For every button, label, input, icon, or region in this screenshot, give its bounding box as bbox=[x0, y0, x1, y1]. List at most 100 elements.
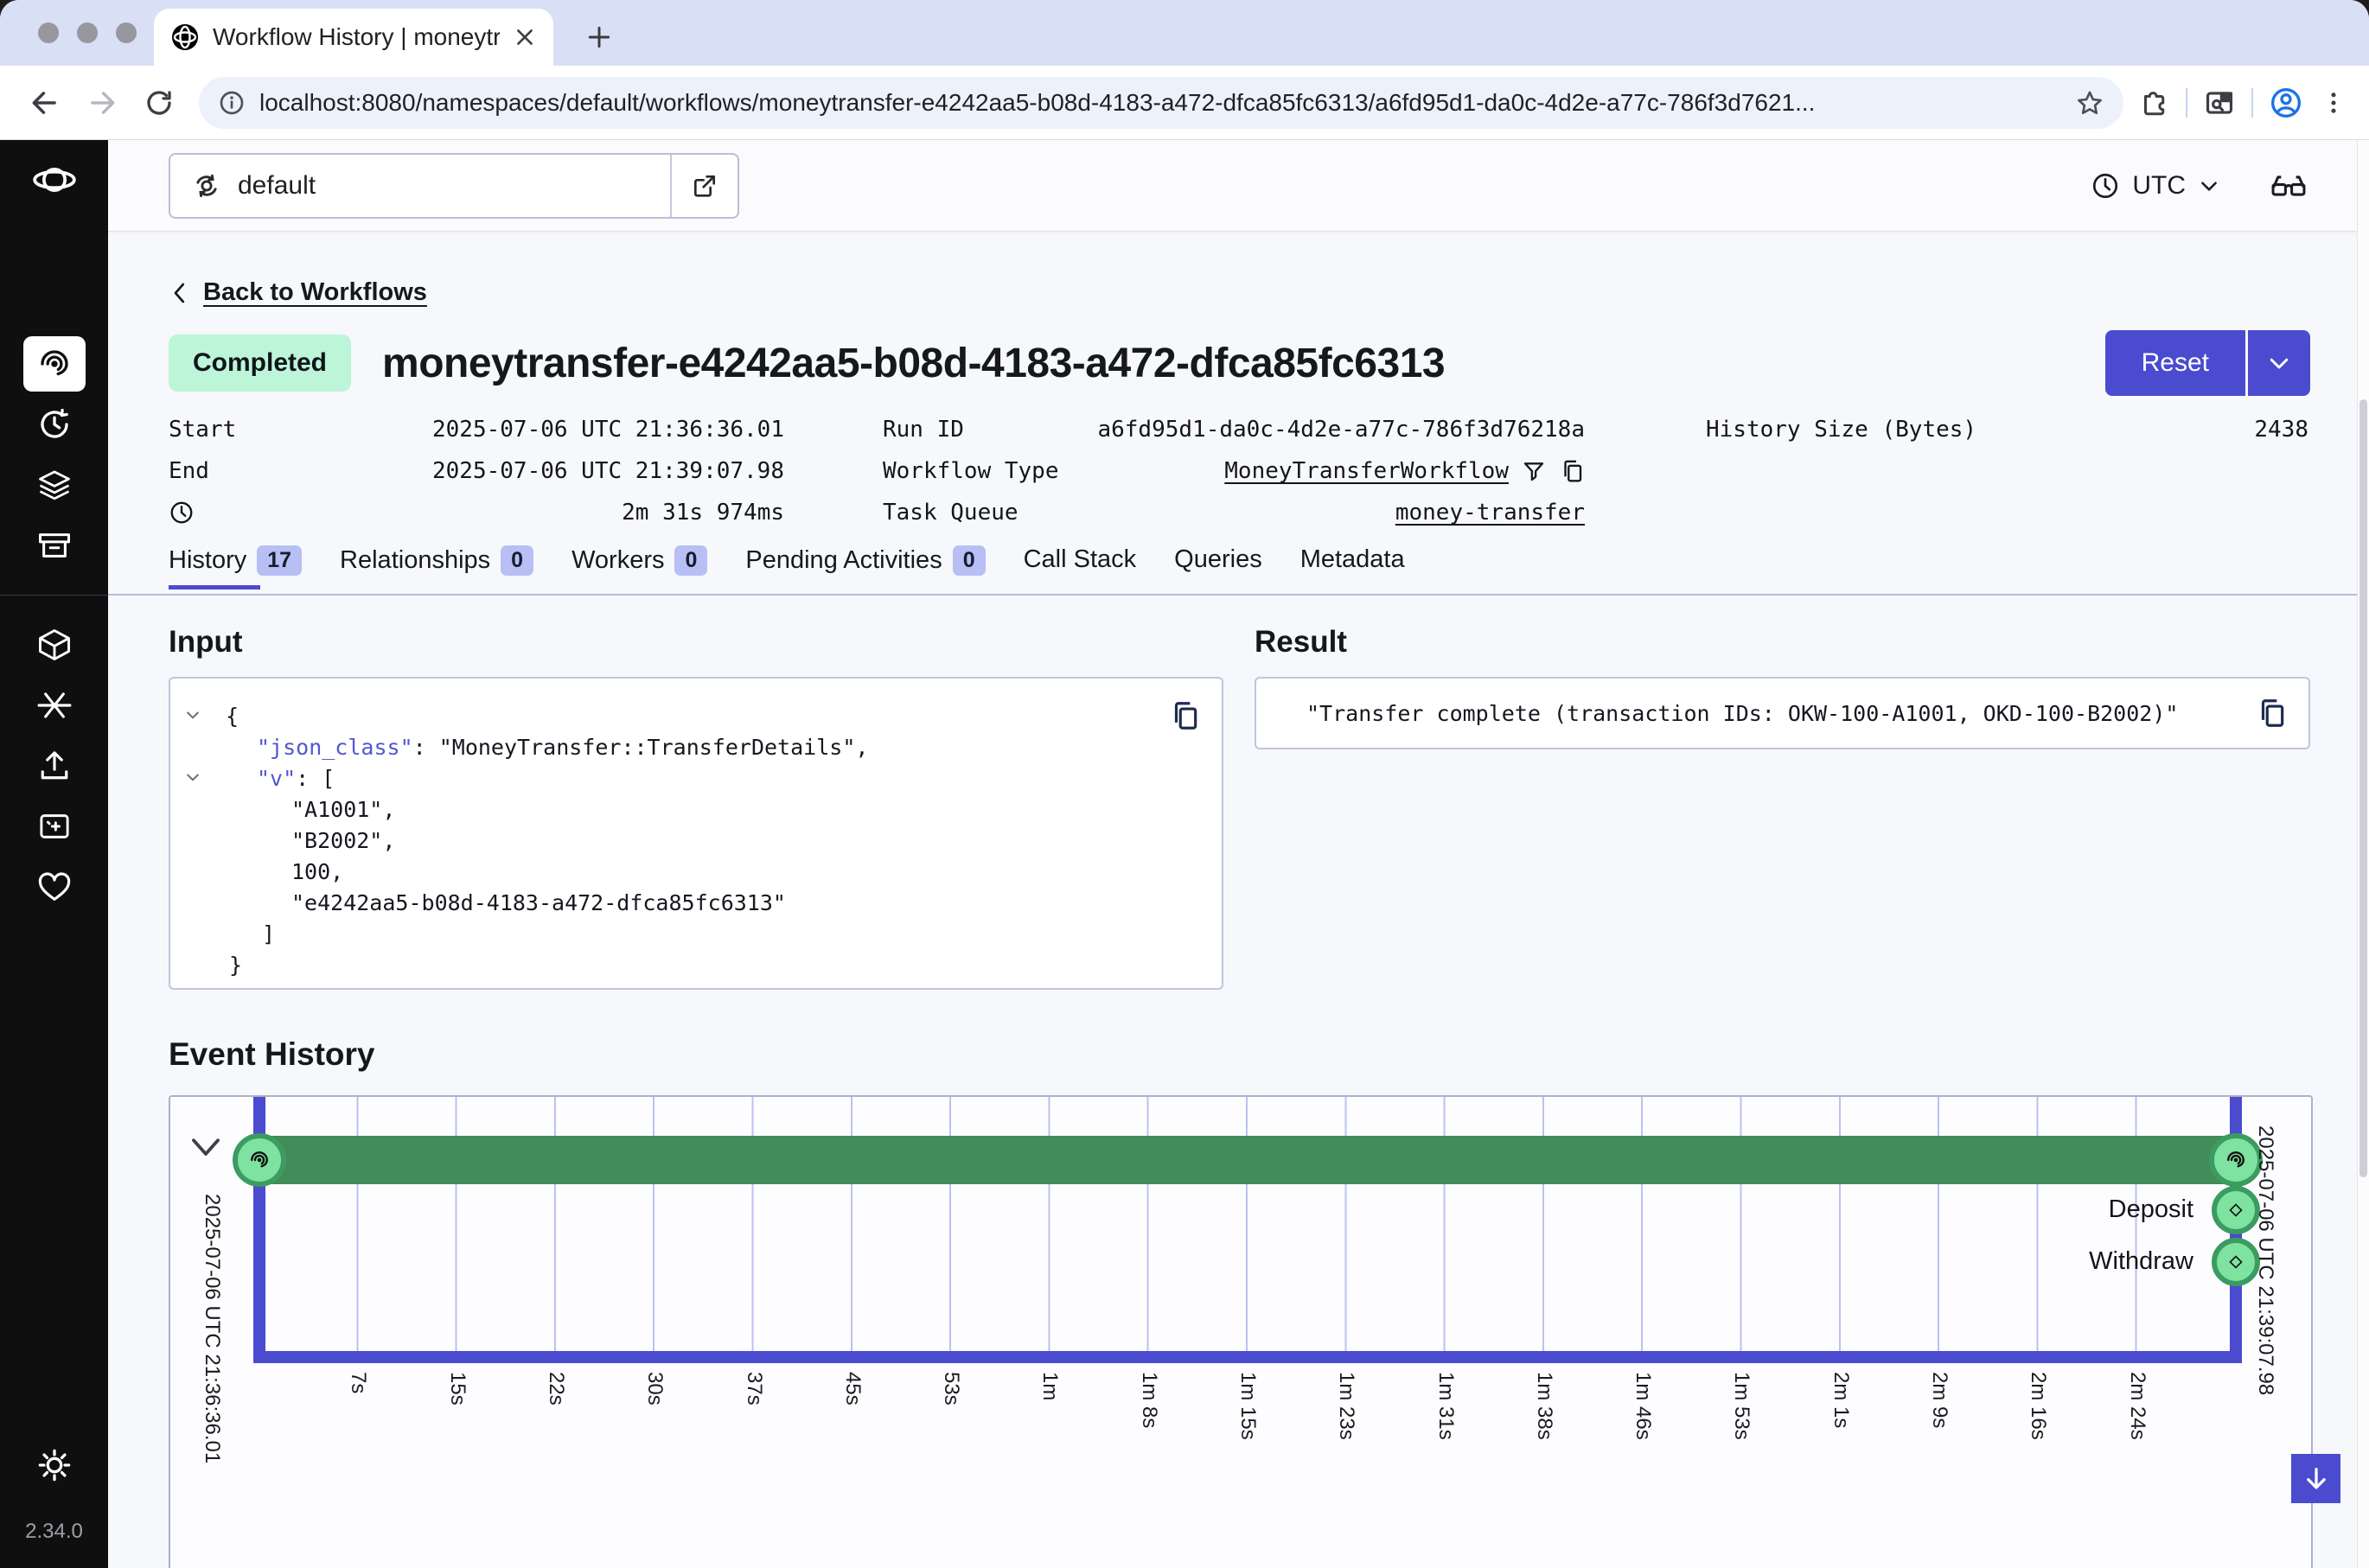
profile-icon[interactable] bbox=[2269, 86, 2303, 120]
axis-tick: 37s bbox=[742, 1372, 766, 1405]
tab-queries[interactable]: Queries bbox=[1174, 545, 1262, 586]
extensions-icon[interactable] bbox=[2139, 87, 2170, 118]
namespace-selector[interactable]: default bbox=[169, 153, 739, 219]
page-scrollbar[interactable] bbox=[2357, 140, 2369, 1568]
workflow-execution-span[interactable] bbox=[259, 1136, 2236, 1184]
back-icon[interactable] bbox=[21, 79, 69, 127]
sidebar-item-docs[interactable] bbox=[23, 796, 86, 857]
workflow-type-label: Workflow Type bbox=[883, 458, 1059, 484]
code-line: "A1001", bbox=[220, 794, 1170, 825]
tab-label: Queries bbox=[1174, 545, 1262, 574]
new-tab-button[interactable] bbox=[578, 16, 621, 59]
workflow-details: Start 2025-07-06 UTC 21:36:36.01 End 202… bbox=[169, 409, 2310, 539]
tab-label: Workers bbox=[571, 546, 664, 575]
app-topbar: default UTC bbox=[108, 140, 2369, 232]
axis-tick: 45s bbox=[840, 1372, 865, 1405]
window-minimize-button[interactable] bbox=[77, 22, 98, 43]
json-key: "json_class" bbox=[257, 735, 413, 760]
reset-menu-caret-button[interactable] bbox=[2248, 330, 2310, 396]
result-value: "Transfer complete (transaction IDs: OKW… bbox=[1306, 701, 2178, 726]
app-shell: 2.34.0 default bbox=[0, 140, 2369, 1568]
window-zoom-button[interactable] bbox=[116, 22, 137, 43]
site-info-icon[interactable] bbox=[218, 89, 246, 117]
tab-relationships[interactable]: Relationships 0 bbox=[340, 545, 533, 588]
filter-funnel-icon[interactable] bbox=[1521, 458, 1547, 484]
axis-tick: 15s bbox=[445, 1372, 469, 1405]
tab-title: Workflow History | moneytran bbox=[213, 23, 500, 51]
tab-call-stack[interactable]: Call Stack bbox=[1024, 545, 1137, 586]
browser-tab[interactable]: Workflow History | moneytran bbox=[154, 9, 553, 66]
labs-glasses-icon[interactable] bbox=[2269, 166, 2308, 206]
status-badge: Completed bbox=[169, 335, 351, 392]
event-history-heading: Event History bbox=[169, 1036, 2310, 1078]
timeline-start-timestamp: 2025-07-06 UTC 21:36:36.01 bbox=[200, 1194, 224, 1463]
task-queue-label: Task Queue bbox=[883, 500, 1018, 526]
end-value: 2025-07-06 UTC 21:39:07.98 bbox=[432, 458, 784, 484]
theme-toggle-sun-icon[interactable] bbox=[23, 1435, 86, 1495]
reset-button[interactable]: Reset bbox=[2105, 330, 2245, 396]
tab-count-badge: 17 bbox=[257, 545, 302, 576]
end-label: End bbox=[169, 458, 209, 484]
start-label: Start bbox=[169, 417, 236, 443]
run-id-label: Run ID bbox=[883, 417, 964, 443]
window-close-button[interactable] bbox=[38, 22, 59, 43]
detail-row-start: Start 2025-07-06 UTC 21:36:36.01 bbox=[169, 409, 784, 450]
temporal-logo-icon[interactable] bbox=[32, 163, 77, 197]
bookmark-star-icon[interactable] bbox=[2075, 88, 2104, 118]
timeline-axis bbox=[253, 1351, 2242, 1363]
sidebar-item-feedback-heart[interactable] bbox=[23, 857, 86, 917]
detail-row-workflow-type: Workflow Type MoneyTransferWorkflow bbox=[883, 450, 1585, 492]
sidebar-item-deployments[interactable] bbox=[23, 455, 86, 515]
axis-tick: 2m 9s bbox=[1927, 1372, 1951, 1428]
namespace-selector-main[interactable]: default bbox=[170, 170, 670, 201]
tab-history[interactable]: History 17 bbox=[169, 545, 302, 588]
detail-row-run-id: Run ID a6fd95d1-da0c-4d2e-a77c-786f3d762… bbox=[883, 409, 1585, 450]
back-to-workflows-link[interactable]: Back to Workflows bbox=[203, 278, 427, 307]
timezone-selector[interactable]: UTC bbox=[2091, 171, 2220, 201]
timeline-collapse-chevron-icon[interactable] bbox=[188, 1135, 224, 1161]
tab-pending-activities[interactable]: Pending Activities 0 bbox=[745, 545, 985, 588]
copy-icon[interactable] bbox=[1168, 699, 1201, 732]
browser-toolbar: localhost:8080/namespaces/default/workfl… bbox=[0, 66, 2369, 140]
copy-icon[interactable] bbox=[1559, 458, 1585, 484]
tab-workers[interactable]: Workers 0 bbox=[571, 545, 707, 588]
copy-icon[interactable] bbox=[2255, 697, 2288, 730]
scroll-to-bottom-button[interactable] bbox=[2291, 1454, 2340, 1503]
menu-kebab-icon[interactable] bbox=[2319, 88, 2348, 118]
workflow-page: Back to Workflows Completed moneytransfe… bbox=[108, 232, 2369, 1568]
run-id-value: a6fd95d1-da0c-4d2e-a77c-786f3d76218a bbox=[1097, 417, 1585, 443]
tab-label: History bbox=[169, 546, 246, 575]
page-title: moneytransfer-e4242aa5-b08d-4183-a472-df… bbox=[382, 340, 1445, 387]
namespace-external-link-button[interactable] bbox=[670, 155, 738, 217]
scrollbar-thumb[interactable] bbox=[2359, 399, 2367, 1177]
axis-tick: 1m bbox=[1038, 1372, 1062, 1400]
tab-metadata[interactable]: Metadata bbox=[1300, 545, 1405, 586]
window-controls[interactable] bbox=[38, 22, 137, 43]
detail-row-history-size: History Size (Bytes) 2438 bbox=[1706, 409, 2308, 450]
history-size-label: History Size (Bytes) bbox=[1706, 417, 1976, 443]
workflow-start-event-dot[interactable] bbox=[233, 1133, 286, 1187]
workflow-type-link[interactable]: MoneyTransferWorkflow bbox=[1224, 458, 1509, 484]
sidebar-item-import[interactable] bbox=[23, 736, 86, 796]
axis-tick: 1m 31s bbox=[1434, 1372, 1458, 1440]
sidebar-item-nexus[interactable] bbox=[23, 675, 86, 736]
main-area: default UTC bbox=[108, 140, 2369, 1568]
axis-tick: 22s bbox=[544, 1372, 568, 1405]
code-line: ] bbox=[220, 919, 1170, 950]
code-line: { bbox=[220, 701, 1170, 732]
task-queue-link[interactable]: money-transfer bbox=[1395, 500, 1585, 526]
code-line: "e4242aa5-b08d-4183-a472-dfca85fc6313" bbox=[220, 888, 1170, 919]
detail-row-duration: 2m 31s 974ms bbox=[169, 492, 784, 533]
side-panel-search-icon[interactable] bbox=[2203, 86, 2236, 119]
url-bar[interactable]: localhost:8080/namespaces/default/workfl… bbox=[199, 77, 2123, 129]
url-text[interactable]: localhost:8080/namespaces/default/workfl… bbox=[259, 89, 2061, 117]
collapse-chevron-icon[interactable] bbox=[184, 706, 201, 723]
reload-icon[interactable] bbox=[135, 79, 183, 127]
sidebar-item-namespaces[interactable] bbox=[23, 615, 86, 675]
sidebar-item-schedules[interactable] bbox=[23, 394, 86, 455]
collapse-chevron-icon[interactable] bbox=[184, 768, 201, 786]
tab-close-icon[interactable] bbox=[514, 26, 536, 48]
forward-icon[interactable] bbox=[78, 79, 126, 127]
sidebar-item-workflows[interactable] bbox=[23, 336, 86, 392]
sidebar-item-batch-operations[interactable] bbox=[23, 515, 86, 576]
